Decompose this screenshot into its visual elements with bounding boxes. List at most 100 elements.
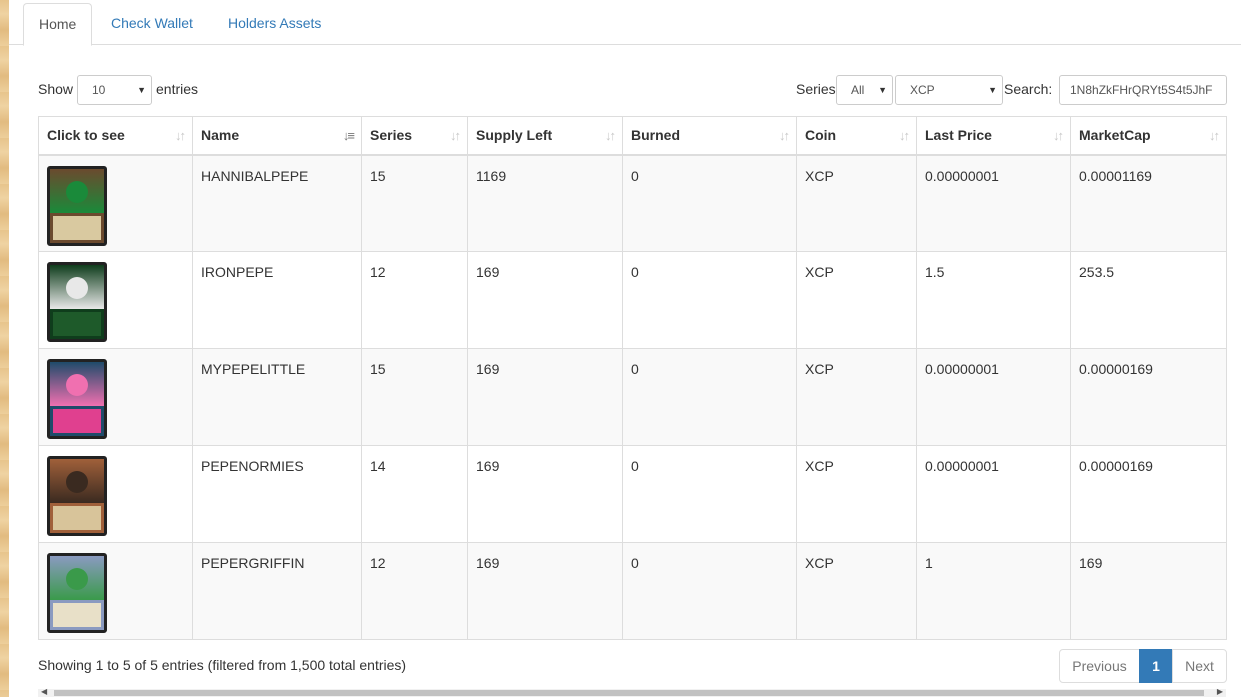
column-header-marketcap[interactable]: MarketCap ↓↑ bbox=[1070, 116, 1227, 156]
column-header-label: Series bbox=[370, 127, 413, 144]
card-face bbox=[66, 568, 88, 590]
assets-table: Click to see ↓↑ Name ↓≡ Series ↓↑ Supply Le… bbox=[38, 116, 1227, 640]
coin-cell: XCP bbox=[796, 445, 917, 543]
table-info: Showing 1 to 5 of 5 entries (filtered fr… bbox=[38, 657, 407, 673]
column-header-label: Burned bbox=[631, 127, 680, 144]
main-panel: Home Check Wallet Holders Assets Show 10… bbox=[9, 0, 1241, 697]
series-value: All bbox=[851, 83, 865, 97]
coin-cell: XCP bbox=[796, 154, 917, 252]
coin-value: XCP bbox=[910, 83, 935, 97]
last-price-cell: 0.00000001 bbox=[916, 154, 1071, 252]
entries-label: entries bbox=[156, 81, 199, 97]
next-button[interactable]: Next bbox=[1172, 649, 1227, 683]
sort-icon: ↓↑ bbox=[605, 128, 616, 143]
card-thumbnail[interactable] bbox=[47, 262, 107, 342]
pagination: Previous 1 Next bbox=[1059, 649, 1227, 683]
burned-cell: 0 bbox=[622, 251, 797, 349]
column-header-click-to-see[interactable]: Click to see ↓↑ bbox=[38, 116, 193, 156]
sort-icon: ↓↑ bbox=[1053, 128, 1064, 143]
search-input[interactable]: 1N8hZkFHrQRYt5S4t5JhF bbox=[1059, 75, 1227, 105]
series-cell: 12 bbox=[361, 542, 468, 640]
series-cell: 15 bbox=[361, 154, 468, 252]
burned-cell: 0 bbox=[622, 445, 797, 543]
card-thumbnail[interactable] bbox=[47, 359, 107, 439]
sort-icon: ↓↑ bbox=[1209, 128, 1220, 143]
scroll-left-icon[interactable]: ◀ bbox=[41, 687, 47, 696]
coin-cell: XCP bbox=[796, 251, 917, 349]
series-label: Series bbox=[796, 81, 836, 97]
burned-cell: 0 bbox=[622, 542, 797, 640]
card-cell bbox=[38, 445, 193, 543]
previous-button[interactable]: Previous bbox=[1059, 649, 1140, 683]
column-header-series[interactable]: Series ↓↑ bbox=[361, 116, 468, 156]
coin-cell: XCP bbox=[796, 542, 917, 640]
table-row: IRONPEPE 12 169 0 XCP 1.5 253.5 bbox=[38, 251, 1227, 349]
caret-down-icon: ▼ bbox=[878, 85, 887, 95]
caret-down-icon: ▼ bbox=[988, 85, 997, 95]
column-header-name[interactable]: Name ↓≡ bbox=[192, 116, 362, 156]
card-cell bbox=[38, 251, 193, 349]
card-face bbox=[66, 471, 88, 493]
column-header-label: MarketCap bbox=[1079, 127, 1151, 144]
scroll-right-icon[interactable]: ▶ bbox=[1217, 687, 1223, 696]
coin-select[interactable]: XCP ▼ bbox=[895, 75, 1003, 105]
horizontal-scrollbar[interactable]: ◀ ▶ bbox=[38, 687, 1226, 697]
page-button-1[interactable]: 1 bbox=[1139, 649, 1173, 683]
tab-holders-assets[interactable]: Holders Assets bbox=[213, 3, 336, 45]
tab-check-wallet[interactable]: Check Wallet bbox=[96, 3, 208, 45]
series-select[interactable]: All ▼ bbox=[836, 75, 893, 105]
last-price-cell: 1.5 bbox=[916, 251, 1071, 349]
sort-ascending-icon: ↓≡ bbox=[342, 128, 355, 143]
column-header-label: Last Price bbox=[925, 127, 992, 144]
card-text-box bbox=[53, 409, 101, 433]
supply-left-cell: 169 bbox=[467, 542, 623, 640]
search-label: Search: bbox=[1004, 81, 1053, 97]
card-text-box bbox=[53, 603, 101, 627]
column-header-label: Coin bbox=[805, 127, 837, 144]
column-header-label: Click to see bbox=[47, 127, 125, 144]
name-cell: PEPERGRIFFIN bbox=[192, 542, 362, 640]
card-thumbnail[interactable] bbox=[47, 553, 107, 633]
page-size-value: 10 bbox=[92, 83, 106, 97]
name-cell: HANNIBALPEPE bbox=[192, 154, 362, 252]
sort-icon: ↓↑ bbox=[779, 128, 790, 143]
marketcap-cell: 169 bbox=[1070, 542, 1227, 640]
card-text-box bbox=[53, 215, 101, 240]
table-row: PEPENORMIES 14 169 0 XCP 0.00000001 0.00… bbox=[38, 445, 1227, 543]
column-header-burned[interactable]: Burned ↓↑ bbox=[622, 116, 797, 156]
sort-icon: ↓↑ bbox=[899, 128, 910, 143]
name-cell: IRONPEPE bbox=[192, 251, 362, 349]
table-row: MYPEPELITTLE 15 169 0 XCP 0.00000001 0.0… bbox=[38, 348, 1227, 446]
background-strip bbox=[0, 0, 9, 697]
scrollbar-thumb[interactable] bbox=[54, 690, 1204, 696]
name-cell: MYPEPELITTLE bbox=[192, 348, 362, 446]
column-header-label: Name bbox=[201, 127, 240, 144]
card-thumbnail[interactable] bbox=[47, 165, 107, 246]
nav-tabs: Home Check Wallet Holders Assets bbox=[9, 0, 1241, 46]
supply-left-cell: 169 bbox=[467, 445, 623, 543]
page-size-select[interactable]: 10 ▼ bbox=[77, 75, 152, 105]
table-header-row: Click to see ↓↑ Name ↓≡ Series ↓↑ Supply Le… bbox=[38, 116, 1227, 156]
card-thumbnail[interactable] bbox=[47, 456, 107, 536]
marketcap-cell: 253.5 bbox=[1070, 251, 1227, 349]
show-label: Show bbox=[38, 81, 74, 97]
series-cell: 14 bbox=[361, 445, 468, 543]
last-price-cell: 0.00000001 bbox=[916, 445, 1071, 543]
marketcap-cell: 0.00001169 bbox=[1070, 154, 1227, 252]
card-face bbox=[66, 277, 88, 299]
card-cell bbox=[38, 542, 193, 640]
card-cell bbox=[38, 348, 193, 446]
column-header-supply-left[interactable]: Supply Left ↓↑ bbox=[467, 116, 623, 156]
marketcap-cell: 0.00000169 bbox=[1070, 348, 1227, 446]
last-price-cell: 0.00000001 bbox=[916, 348, 1071, 446]
series-cell: 12 bbox=[361, 251, 468, 349]
card-face bbox=[66, 180, 88, 203]
burned-cell: 0 bbox=[622, 154, 797, 252]
column-header-coin[interactable]: Coin ↓↑ bbox=[796, 116, 917, 156]
supply-left-cell: 169 bbox=[467, 251, 623, 349]
burned-cell: 0 bbox=[622, 348, 797, 446]
tab-home[interactable]: Home bbox=[23, 3, 93, 46]
column-header-last-price[interactable]: Last Price ↓↑ bbox=[916, 116, 1071, 156]
supply-left-cell: 169 bbox=[467, 348, 623, 446]
marketcap-cell: 0.00000169 bbox=[1070, 445, 1227, 543]
